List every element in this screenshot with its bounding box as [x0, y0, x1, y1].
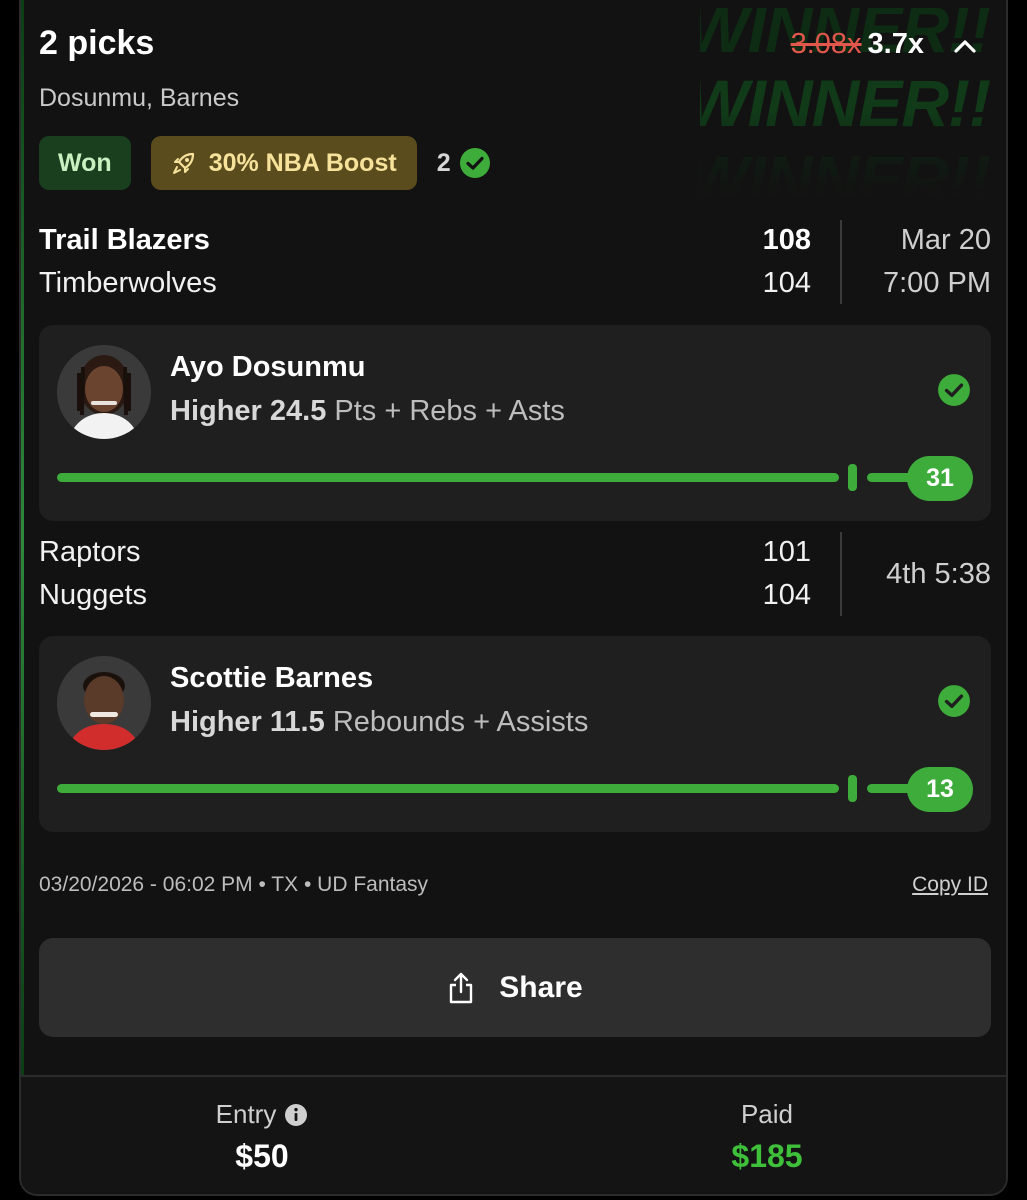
copy-id-link[interactable]: Copy ID — [912, 873, 988, 897]
line-marker — [848, 464, 857, 491]
pick-card[interactable]: Ayo Dosunmu Higher 24.5 Pts + Rebs + Ast… — [39, 325, 991, 521]
team-name: Nuggets — [39, 579, 148, 611]
paid-value: $185 — [731, 1138, 803, 1174]
share-icon — [450, 972, 473, 1003]
progress-bar — [57, 473, 839, 482]
team-name: Raptors — [39, 536, 141, 568]
boost-label: 30% NBA Boost — [208, 148, 397, 177]
team-name: Trail Blazers — [39, 224, 210, 256]
card-accent-line — [21, 0, 24, 1075]
pick-line: Higher 24.5 Pts + Rebs + Asts — [170, 395, 565, 427]
entry-label: Entry — [215, 1099, 277, 1129]
stat-result-pill: 31 — [907, 456, 973, 501]
entry-meta: 03/20/2026 - 06:02 PM • TX • UD Fantasy — [39, 873, 429, 896]
divider — [840, 532, 842, 616]
paid-label: Paid — [740, 1099, 794, 1129]
picks-title: 2 picks — [39, 24, 155, 62]
share-label: Share — [499, 970, 583, 1004]
game-row[interactable]: Raptors 101 Nuggets 104 4th 5:38 — [39, 532, 991, 616]
progress-bar — [57, 784, 839, 793]
boost-badge: 30% NBA Boost — [150, 136, 417, 190]
share-button[interactable]: Share — [39, 938, 991, 1037]
game-date: Mar 20 — [900, 224, 991, 256]
player-name: Scottie Barnes — [170, 662, 374, 694]
paid-column: Paid $185 — [617, 1099, 917, 1175]
game-row[interactable]: Trail Blazers 108 Timberwolves 104 Mar 2… — [39, 220, 991, 304]
pick-line: Higher 11.5 Rebounds + Assists — [170, 706, 589, 738]
rocket-icon — [172, 152, 194, 174]
old-multiplier: 3.08x — [790, 28, 862, 60]
entry-column: Entry $50 — [112, 1099, 412, 1175]
boosted-multiplier: 3.7x — [867, 28, 924, 60]
team-score: 104 — [762, 267, 811, 299]
team-score: 104 — [762, 579, 811, 611]
player-name: Ayo Dosunmu — [170, 351, 366, 383]
correct-count: 2 — [437, 147, 491, 179]
entry-card: WINNER!! WINNER!! WINNER!! 2 picks Dosun… — [19, 0, 1008, 1196]
team-score: 101 — [762, 536, 811, 568]
check-circle-icon — [459, 148, 490, 178]
team-score: 108 — [762, 224, 811, 256]
chevron-up-icon[interactable] — [950, 32, 980, 62]
player-avatar — [57, 656, 151, 750]
game-clock: 4th 5:38 — [886, 558, 991, 590]
entry-value: $50 — [235, 1138, 289, 1174]
line-marker — [848, 775, 857, 802]
entry-footer: Entry $50 Paid $185 — [21, 1075, 1006, 1194]
picks-subtitle: Dosunmu, Barnes — [39, 84, 240, 112]
player-avatar — [57, 345, 151, 439]
payout-multiplier: 3.08x 3.7x — [791, 28, 924, 61]
team-name: Timberwolves — [39, 267, 217, 299]
check-circle-icon — [938, 685, 970, 717]
status-badge: Won — [39, 136, 131, 190]
check-circle-icon — [938, 374, 970, 406]
stat-result-pill: 13 — [907, 767, 973, 812]
info-icon[interactable] — [284, 1103, 308, 1127]
badge-row: Won 30% NBA Boost 2 — [39, 136, 491, 190]
divider — [840, 220, 842, 304]
pick-card[interactable]: Scottie Barnes Higher 11.5 Rebounds + As… — [39, 636, 991, 832]
game-time: 7:00 PM — [883, 267, 991, 299]
